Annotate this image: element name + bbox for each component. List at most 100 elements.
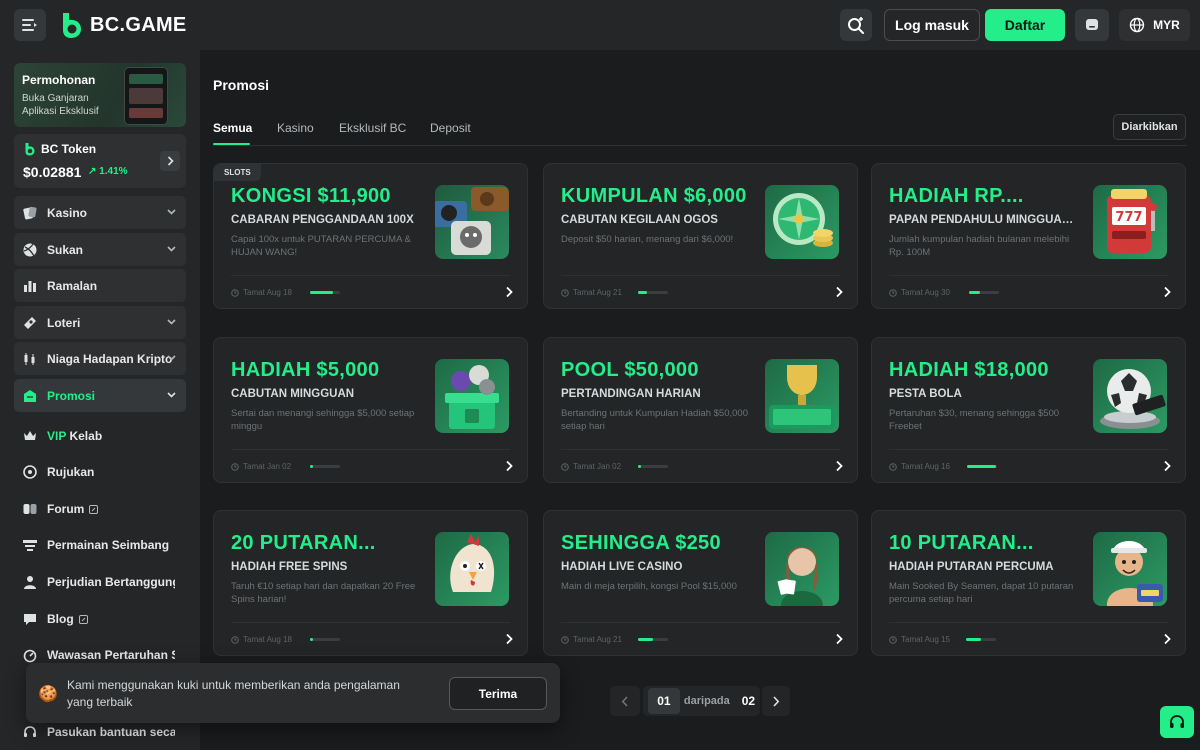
chevron-right-icon[interactable] xyxy=(1163,633,1172,645)
sidebar-item-responsible-gambling[interactable]: Perjudian Bertanggungjawab xyxy=(14,565,186,598)
cookie-banner: 🍪 Kami menggunakan kuki untuk memberikan… xyxy=(26,663,560,723)
promo-card[interactable]: 20 PUTARAN... HADIAH FREE SPINS Taruh €1… xyxy=(213,510,528,656)
chat-icon xyxy=(1086,19,1098,30)
chevron-right-icon xyxy=(167,156,174,166)
end-date: Tamat Aug 15 xyxy=(889,635,950,644)
brand-logo[interactable]: BC.GAME xyxy=(60,11,187,39)
promo-card[interactable]: POOL $50,000 PERTANDINGAN HARIAN Bertand… xyxy=(543,337,858,483)
token-open-button[interactable] xyxy=(160,151,180,171)
slots-characters-illustration xyxy=(435,185,509,259)
promo-card[interactable]: SEHINGGA $250 HADIAH LIVE CASINO Main di… xyxy=(543,510,858,656)
promo-description: Sertai dan menangi sehingga $5,000 setia… xyxy=(231,408,415,432)
sidebar-toggle-button[interactable] xyxy=(14,9,46,41)
sidebar: Permohonan Buka Ganjaran Aplikasi Eksklu… xyxy=(0,50,200,750)
sidebar-item-sports[interactable]: Sukan xyxy=(14,233,186,266)
chevron-right-icon[interactable] xyxy=(835,460,844,472)
svg-text:777: 777 xyxy=(1115,210,1142,225)
previous-page-button[interactable] xyxy=(610,686,640,716)
wheel-coins-illustration xyxy=(765,185,839,259)
trophy-illustration xyxy=(765,359,839,433)
current-page[interactable]: 01 xyxy=(647,688,680,714)
promo-subtitle: PAPAN PENDAHULU MINGGUAN... xyxy=(889,214,1079,226)
sidebar-item-blog[interactable]: Blog xyxy=(14,602,186,635)
tab-all[interactable]: Semua xyxy=(213,121,252,135)
sidebar-item-label: Blog xyxy=(47,612,175,626)
login-button[interactable]: Log masuk xyxy=(884,9,980,41)
end-date-text: Tamat Aug 16 xyxy=(901,462,950,471)
sidebar-item-casino[interactable]: Kasino xyxy=(14,196,186,229)
search-icon xyxy=(848,17,864,34)
promo-card[interactable]: SLOTS KONGSI $11,900 CABARAN PENGGANDAAN… xyxy=(213,163,528,309)
page-title: Promosi xyxy=(213,77,270,93)
chevron-right-icon[interactable] xyxy=(835,633,844,645)
chevron-left-icon xyxy=(621,695,628,707)
sidebar-item-label: Niaga Hadapan Kripto xyxy=(47,352,173,366)
chevron-right-icon[interactable] xyxy=(835,286,844,298)
promo-title: SEHINGGA $250 xyxy=(561,532,721,554)
chevron-right-icon[interactable] xyxy=(1163,286,1172,298)
sidebar-item-forum[interactable]: Forum xyxy=(14,492,186,525)
live-support-button[interactable] xyxy=(1160,706,1194,738)
signup-button[interactable]: Daftar xyxy=(985,9,1065,41)
search-button[interactable] xyxy=(840,9,872,41)
vip-label: Kelab xyxy=(69,429,103,443)
sidebar-item-fair-play[interactable]: Permainan Seimbang xyxy=(14,528,186,561)
token-name: BC Token xyxy=(41,142,97,156)
promo-subtitle: HADIAH FREE SPINS xyxy=(231,561,348,573)
active-tab-indicator xyxy=(213,143,250,145)
tab-deposit[interactable]: Deposit xyxy=(430,121,471,135)
tab-casino[interactable]: Kasino xyxy=(277,121,314,135)
sidebar-item-label: Pasukan bantuan secara langsung xyxy=(47,725,175,739)
category-badge: SLOTS xyxy=(214,164,261,181)
progress-fill xyxy=(969,291,980,294)
menu-icon xyxy=(22,19,37,31)
tab-bc-exclusive[interactable]: Eksklusif BC xyxy=(339,121,406,135)
chevron-right-icon[interactable] xyxy=(505,460,514,472)
app-promo-card[interactable]: Permohonan Buka Ganjaran Aplikasi Eksklu… xyxy=(14,63,186,127)
sidebar-item-futures[interactable]: Niaga Hadapan Kripto xyxy=(14,342,186,375)
promo-card[interactable]: HADIAH $5,000 CABUTAN MINGGUAN Sertai da… xyxy=(213,337,528,483)
trend-up-icon: ↗ xyxy=(88,166,100,177)
chevron-right-icon[interactable] xyxy=(505,633,514,645)
sidebar-item-lottery[interactable]: Loteri xyxy=(14,306,186,339)
promo-card[interactable]: HADIAH $18,000 PESTA BOLA Pertaruhan $30… xyxy=(871,337,1186,483)
promo-description: Pertaruhan $30, menang sehingga $500 Fre… xyxy=(889,408,1060,432)
promo-title: 10 PUTARAN... xyxy=(889,532,1034,554)
progress-bar xyxy=(638,465,668,468)
promo-description: Main Sooked By Seamen, dapat 10 putaran … xyxy=(889,581,1074,605)
promo-subtitle: PESTA BOLA xyxy=(889,388,962,400)
rooster-illustration xyxy=(435,532,509,606)
chevron-right-icon[interactable] xyxy=(1163,460,1172,472)
archived-button[interactable]: Diarkibkan xyxy=(1113,114,1186,140)
promo-card[interactable]: 10 PUTARAN... HADIAH PUTARAN PERCUMA Mai… xyxy=(871,510,1186,656)
language-currency-button[interactable]: MYR xyxy=(1119,9,1190,41)
prediction-icon xyxy=(21,277,39,295)
promo-subtitle: HADIAH LIVE CASINO xyxy=(561,561,683,573)
football-freebet-illustration xyxy=(1093,359,1167,433)
cookie-message: Kami menggunakan kuki untuk memberikan a… xyxy=(67,678,400,709)
forum-label: Forum xyxy=(47,502,85,516)
end-date-text: Tamat Aug 18 xyxy=(243,635,292,644)
end-date-text: Tamat Aug 21 xyxy=(573,288,622,297)
tabs-divider xyxy=(213,145,1187,146)
chat-button[interactable] xyxy=(1075,9,1109,41)
card-divider xyxy=(231,275,510,276)
chevron-down-icon xyxy=(167,209,176,215)
sidebar-item-promotions[interactable]: Promosi xyxy=(14,379,186,412)
next-page-button[interactable] xyxy=(762,686,790,716)
bc-token-card[interactable]: BC Token $0.02881 ↗ 1.41% xyxy=(14,134,186,188)
sidebar-item-prediction[interactable]: Ramalan xyxy=(14,269,186,302)
chevron-right-icon[interactable] xyxy=(505,286,514,298)
promo-card[interactable]: HADIAH RP.... PAPAN PENDAHULU MINGGUAN..… xyxy=(871,163,1186,309)
sidebar-item-label: Forum xyxy=(47,502,175,516)
promo-card[interactable]: KUMPULAN $6,000 CABUTAN KEGILAAN OGOS De… xyxy=(543,163,858,309)
page-indicator: 01 daripada 02 xyxy=(643,686,760,716)
accept-cookies-button[interactable]: Terima xyxy=(449,677,547,710)
sidebar-item-referral[interactable]: Rujukan xyxy=(14,455,186,488)
brand-name: BC.GAME xyxy=(90,13,187,36)
card-divider xyxy=(889,622,1168,623)
promo-description: Deposit $50 harian, menang dari $6,000! xyxy=(561,234,734,245)
sidebar-item-vip-club[interactable]: VIP Kelab xyxy=(14,419,186,452)
forum-icon xyxy=(21,500,39,518)
insight-icon xyxy=(21,646,39,664)
